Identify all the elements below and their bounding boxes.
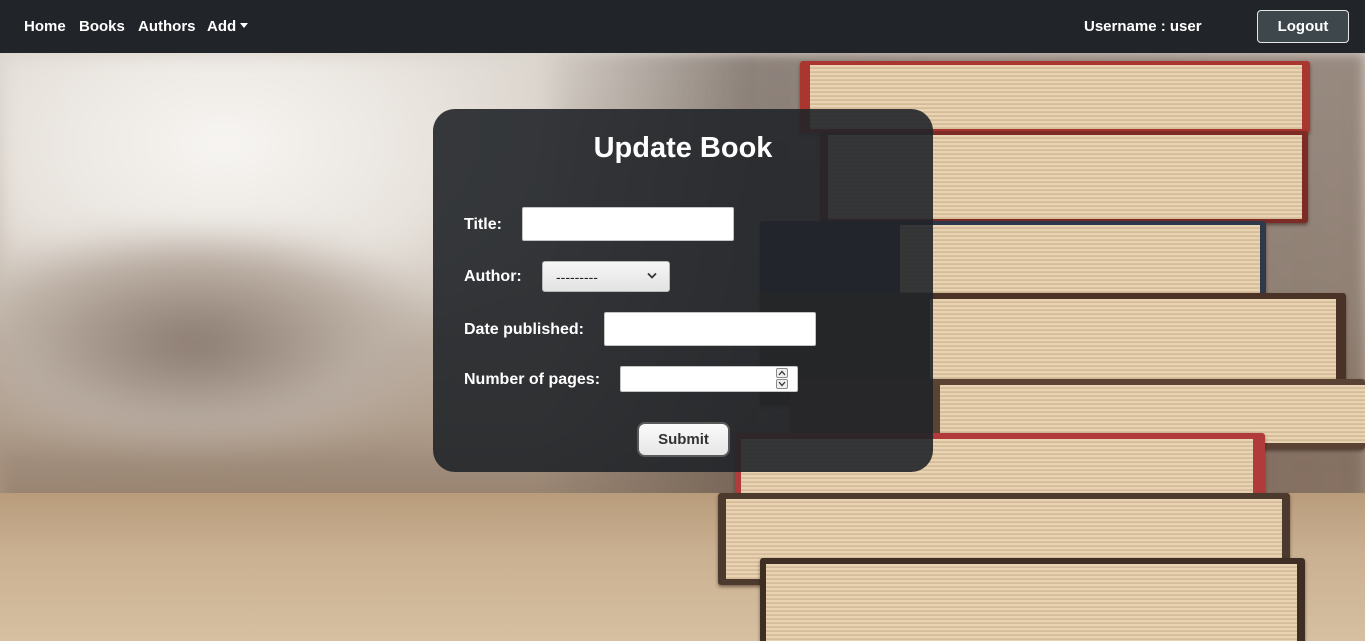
update-book-form: Update Book Title: Author: --------- Dat… bbox=[433, 109, 933, 472]
logout-button[interactable]: Logout bbox=[1257, 10, 1349, 43]
number-of-pages-label: Number of pages: bbox=[464, 371, 601, 388]
title-label: Title: bbox=[464, 216, 502, 233]
spin-up-icon[interactable] bbox=[776, 368, 788, 378]
date-published-label: Date published: bbox=[464, 321, 585, 338]
author-select-value: --------- bbox=[556, 269, 598, 285]
author-label: Author: bbox=[464, 268, 522, 285]
number-of-pages-input[interactable] bbox=[620, 366, 798, 392]
book-8 bbox=[760, 558, 1305, 641]
username-label: Username : user bbox=[1084, 18, 1202, 35]
caret-down-icon bbox=[240, 23, 249, 28]
nav-link-home[interactable]: Home bbox=[24, 18, 66, 36]
background-blanket bbox=[0, 233, 430, 453]
nav-link-books[interactable]: Books bbox=[79, 18, 125, 36]
spin-down-icon[interactable] bbox=[776, 379, 788, 389]
nav-link-authors[interactable]: Authors bbox=[138, 18, 196, 36]
author-select[interactable]: --------- bbox=[542, 261, 670, 292]
title-input[interactable] bbox=[522, 207, 734, 241]
submit-button[interactable]: Submit bbox=[637, 422, 730, 457]
chevron-down-icon bbox=[647, 272, 657, 279]
nav-dropdown-add[interactable]: Add bbox=[207, 18, 249, 36]
navbar: Home Books Authors Add Username : user L… bbox=[0, 0, 1365, 53]
nav-dropdown-add-label: Add bbox=[207, 18, 237, 35]
date-published-input[interactable] bbox=[604, 312, 816, 346]
form-title: Update Book bbox=[593, 132, 773, 164]
